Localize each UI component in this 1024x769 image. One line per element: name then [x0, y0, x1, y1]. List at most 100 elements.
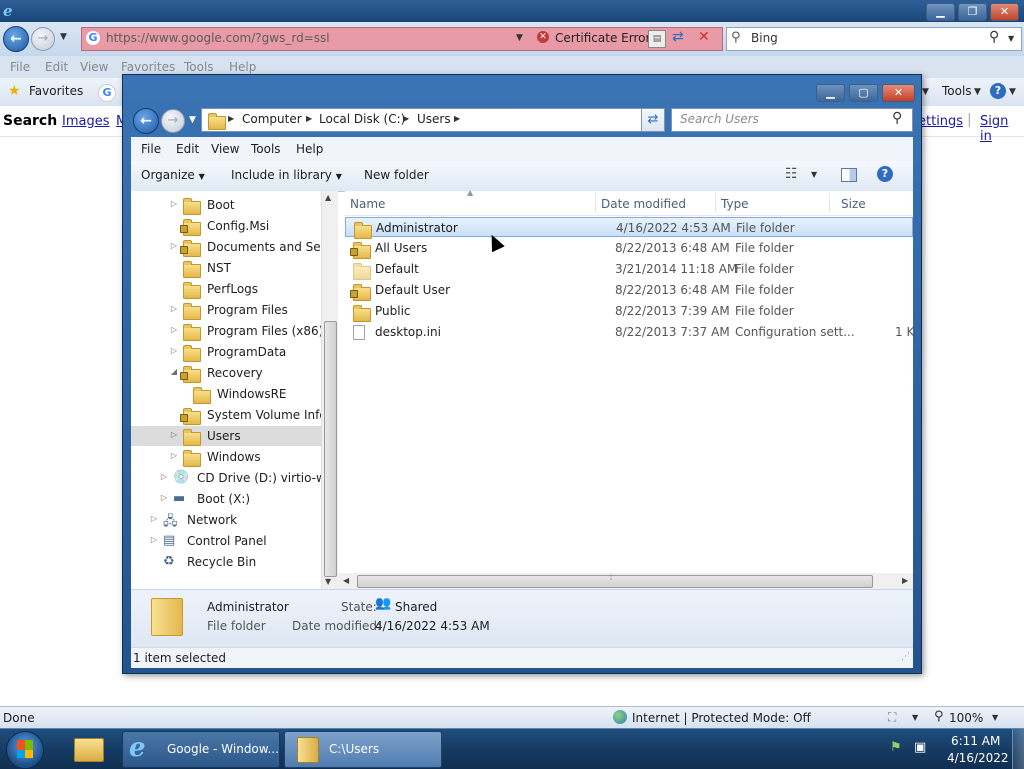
help-icon[interactable]: ? — [877, 166, 893, 182]
file-row[interactable]: Public 8/22/2013 7:39 AM File folder — [345, 301, 913, 322]
nav-tree-item[interactable]: ▷ ▬ Boot (X:) — [131, 489, 321, 509]
explorer-address-bar[interactable]: ▶ Computer ▶ Local Disk (C:) ▶ Users ▶ ▼ — [201, 108, 665, 132]
help-dropdown-icon[interactable]: ▼ — [1009, 87, 1016, 97]
google-sign-in-link[interactable]: Sign in — [980, 114, 1024, 144]
new-folder-button[interactable]: New folder — [364, 168, 429, 182]
expand-arrow-icon[interactable]: ▷ — [169, 241, 179, 250]
nav-tree-item[interactable]: ▷ Program Files (x86) — [131, 321, 321, 341]
file-row[interactable]: Administrator 4/16/2022 4:53 AM File folde… — [345, 217, 913, 239]
page-menu-dropdown-icon[interactable]: ▼ — [922, 87, 929, 97]
scroll-right-icon[interactable]: ▶ — [902, 576, 908, 585]
google-settings-link[interactable]: ettings — [918, 114, 963, 129]
scroll-down-icon[interactable]: ▼ — [325, 577, 331, 586]
file-row[interactable]: Default User 8/22/2013 6:48 AM File folder — [345, 280, 913, 301]
breadcrumb-sep-icon[interactable]: ▶ — [454, 114, 460, 123]
breadcrumb-users[interactable]: Users — [417, 112, 451, 126]
file-row[interactable]: desktop.ini 8/22/2013 7:37 AM Configuratio… — [345, 322, 914, 342]
favorites-button[interactable]: Favorites — [29, 84, 83, 98]
ie-menu-edit[interactable]: Edit — [45, 60, 68, 74]
search-dropdown-icon[interactable]: ▼ — [1008, 34, 1014, 43]
expand-arrow-icon[interactable]: ◢ — [169, 367, 179, 376]
protection-icon[interactable]: ⛶ — [888, 710, 896, 725]
expand-arrow-icon[interactable]: ▷ — [159, 493, 169, 502]
certificate-error-icon[interactable]: ✕ — [537, 31, 549, 43]
ie-forward-button[interactable]: → — [31, 27, 55, 51]
explorer-menu-tools[interactable]: Tools — [251, 142, 281, 156]
nav-tree-item[interactable]: PerfLogs — [131, 279, 321, 299]
nav-tree-item[interactable]: ▷ ▤ Control Panel — [131, 531, 321, 551]
ie-back-button[interactable]: ← — [3, 26, 29, 52]
stop-icon[interactable]: ✕ — [698, 29, 710, 45]
hscroll-thumb[interactable]: ⦙ — [357, 573, 873, 588]
explorer-menu-view[interactable]: View — [211, 142, 239, 156]
expand-arrow-icon[interactable]: ▷ — [169, 325, 179, 334]
scroll-up-icon[interactable]: ▲ — [325, 193, 331, 202]
expand-arrow-icon[interactable]: ▷ — [169, 451, 179, 460]
zoom-level[interactable]: 100% — [949, 711, 983, 725]
nav-tree-item[interactable]: ▷ 💿 CD Drive (D:) virtio-win- — [131, 468, 321, 488]
file-row[interactable]: All Users 8/22/2013 6:48 AM File folder — [345, 238, 913, 259]
clock-time[interactable]: 6:11 AM — [951, 734, 1000, 748]
help-icon[interactable]: ? — [990, 83, 1006, 99]
show-desktop-button[interactable] — [1012, 729, 1024, 769]
ie-menu-favorites[interactable]: Favorites — [121, 60, 175, 74]
expand-arrow-icon[interactable]: ▷ — [149, 535, 159, 544]
expand-arrow-icon[interactable]: ▷ — [169, 430, 179, 439]
view-dropdown-icon[interactable]: ▼ — [811, 170, 817, 179]
resize-grip-icon[interactable]: ⋰ — [901, 652, 910, 662]
explorer-recent-dropdown-icon[interactable]: ▼ — [189, 115, 196, 125]
expand-arrow-icon[interactable]: ▷ — [149, 514, 159, 523]
navigation-scroll-thumb[interactable] — [324, 321, 337, 577]
nav-tree-item[interactable]: WindowsRE — [131, 384, 321, 404]
column-header-date-modified[interactable]: Date modified — [601, 197, 686, 211]
nav-tree-item[interactable]: ▷ Documents and Settin — [131, 237, 321, 257]
explorer-menu-file[interactable]: File — [141, 142, 161, 156]
nav-tree-item[interactable]: ▷ 🖧 Network — [131, 510, 321, 530]
explorer-menu-edit[interactable]: Edit — [176, 142, 199, 156]
column-header-name[interactable]: Name — [350, 197, 385, 211]
nav-tree-item[interactable]: ▷ Users — [131, 426, 321, 446]
include-in-library-button[interactable]: Include in library ▼ — [231, 168, 342, 182]
breadcrumb-computer[interactable]: Computer — [242, 112, 302, 126]
view-options-icon[interactable]: ☷ — [785, 166, 798, 182]
explorer-menu-help[interactable]: Help — [296, 142, 323, 156]
nav-tree-item[interactable]: NST — [131, 258, 321, 278]
ie-menu-help[interactable]: Help — [229, 60, 256, 74]
nav-tree-item[interactable]: ▷ ProgramData — [131, 342, 321, 362]
ie-restore-button[interactable]: ❐ — [958, 3, 987, 21]
action-center-icon[interactable]: ⚑ — [890, 740, 902, 755]
certificate-error-button[interactable]: Certificate Error — [555, 31, 650, 45]
nav-tree-item[interactable]: ♻ Recycle Bin — [131, 552, 321, 572]
breadcrumb-sep-icon[interactable]: ▶ — [306, 114, 312, 123]
file-row[interactable]: Default 3/21/2014 11:18 AM File folder — [345, 259, 913, 280]
organize-button[interactable]: Organize ▼ — [141, 168, 205, 182]
google-search-link[interactable]: Search — [3, 113, 57, 129]
compat-view-icon[interactable]: ▤ — [648, 30, 666, 48]
navigation-scrollbar[interactable]: ▲ ▼ — [321, 191, 338, 589]
address-dropdown-icon[interactable]: ▼ — [516, 33, 523, 43]
ie-tools-button[interactable]: Tools — [942, 84, 972, 98]
ie-menu-view[interactable]: View — [80, 60, 108, 74]
scroll-left-icon[interactable]: ◀ — [343, 576, 349, 585]
expand-arrow-icon[interactable]: ▷ — [169, 199, 179, 208]
google-images-link[interactable]: Images — [62, 114, 110, 129]
start-button[interactable] — [6, 731, 44, 769]
explorer-forward-button[interactable]: → — [161, 109, 185, 133]
pinned-explorer-button[interactable] — [68, 732, 110, 766]
explorer-close-button[interactable]: ✕ — [882, 84, 915, 102]
ie-zone-text[interactable]: Internet | Protected Mode: Off — [632, 711, 811, 725]
ie-minimize-button[interactable]: ▁ — [926, 3, 955, 21]
file-list-hscrollbar[interactable]: ◀ ⦙ ▶ — [337, 573, 913, 589]
tools-dropdown-icon[interactable]: ▼ — [974, 87, 981, 97]
explorer-maximize-button[interactable]: ▢ — [849, 84, 878, 102]
taskbar-explorer-button[interactable]: C:\Users — [284, 731, 442, 768]
ie-address-bar[interactable]: G https://www.google.com/?gws_rd=ssl ▼ ✕… — [81, 27, 723, 51]
ie-menu-file[interactable]: File — [10, 60, 30, 74]
nav-tree-item[interactable]: ▷ Boot — [131, 195, 321, 215]
ie-menu-tools[interactable]: Tools — [184, 60, 214, 74]
expand-arrow-icon[interactable]: ▷ — [159, 472, 169, 481]
ie-history-dropdown-icon[interactable]: ▼ — [60, 32, 67, 42]
explorer-search-box[interactable]: Search Users ⚲ — [671, 108, 913, 132]
column-header-size[interactable]: Size — [841, 197, 866, 211]
zoom-icon[interactable]: ⚲ — [934, 709, 944, 724]
